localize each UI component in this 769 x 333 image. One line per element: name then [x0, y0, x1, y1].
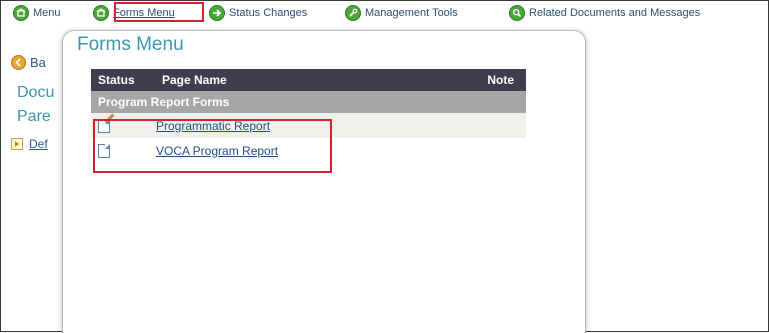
nav-management-tools-label: Management Tools: [365, 7, 458, 19]
forms-menu-popup: Forms Menu Status Page Name Note Program…: [62, 30, 586, 333]
nav-menu-label: Menu: [33, 7, 61, 19]
nav-menu[interactable]: Menu: [13, 4, 61, 22]
wrench-icon: [345, 5, 361, 21]
group-header: Program Report Forms: [98, 95, 230, 109]
nav-related-documents-label: Related Documents and Messages: [529, 7, 701, 19]
note-cell: [426, 138, 526, 163]
back-arrow-icon: [11, 55, 26, 70]
nav-related-documents[interactable]: Related Documents and Messages: [509, 4, 700, 22]
note-cell: [426, 113, 526, 138]
home-icon: [13, 5, 29, 21]
note-column-header: Note: [487, 73, 514, 87]
forms-icon: [93, 5, 109, 21]
nav-status-changes[interactable]: Status Changes: [209, 4, 307, 22]
document-heading: Docu: [17, 84, 55, 101]
page-name-column-header: Page Name: [162, 73, 227, 87]
forms-menu-highlight: [114, 2, 204, 22]
status-column-header: Status: [98, 73, 135, 87]
parent-heading: Pare: [17, 108, 51, 125]
expand-arrow-icon: [11, 138, 23, 150]
search-icon: [509, 5, 525, 21]
background-link[interactable]: Def: [11, 137, 48, 151]
arrow-right-icon: [209, 5, 225, 21]
nav-status-changes-label: Status Changes: [229, 7, 308, 19]
popup-title: Forms Menu: [77, 34, 184, 55]
table-header-row: Status Page Name Note: [91, 69, 526, 91]
background-link-label: Def: [29, 137, 48, 151]
group-header-row: Program Report Forms: [91, 91, 526, 113]
report-rows-highlight: [93, 119, 332, 173]
back-label: Ba: [30, 55, 46, 70]
back-button[interactable]: Ba: [11, 55, 46, 70]
nav-management-tools[interactable]: Management Tools: [345, 4, 458, 22]
